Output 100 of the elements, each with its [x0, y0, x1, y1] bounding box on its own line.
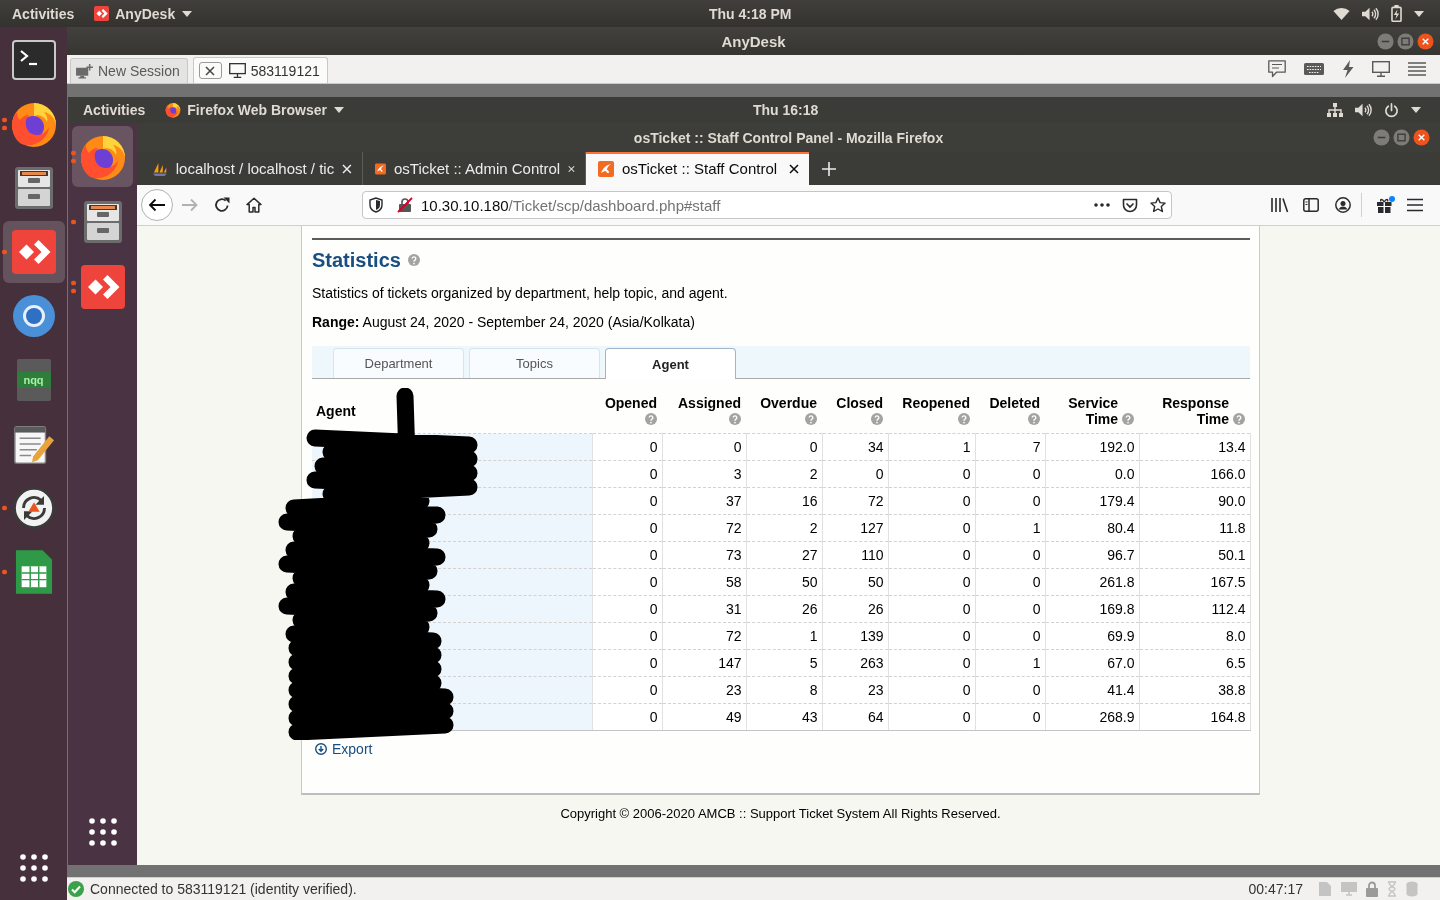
- volume-icon[interactable]: [1355, 103, 1372, 117]
- close-button[interactable]: [1417, 32, 1434, 50]
- table-cell: 6.5: [1139, 649, 1250, 677]
- shield-icon[interactable]: [369, 197, 383, 213]
- table-cell: 0: [888, 460, 975, 488]
- table-cell: 26: [746, 595, 822, 623]
- more-icon[interactable]: [1094, 203, 1110, 207]
- column-header: Agent: [316, 403, 356, 419]
- battery-icon[interactable]: [1391, 5, 1402, 22]
- diamond-logo-icon: [80, 264, 125, 309]
- table-cell: 34: [822, 433, 888, 461]
- lightning-icon[interactable]: [1342, 60, 1354, 78]
- activities-button[interactable]: Activities: [12, 5, 75, 22]
- pocket-icon[interactable]: [1122, 197, 1138, 213]
- app-grid-icon[interactable]: [88, 818, 117, 846]
- footer-copyright: Copyright © 2006-2020 AMCB :: Support Ticket System All Rights Reserved.: [559, 805, 1002, 823]
- url-field[interactable]: 10.30.10.180/Ticket/scp/dashboard.php#staff: [362, 191, 1172, 219]
- clock[interactable]: Thu 4:18 PM: [709, 5, 792, 22]
- table-cell: 0: [975, 703, 1045, 731]
- file-cabinet-icon: [82, 199, 123, 244]
- app-menu-button[interactable]: Firefox Web Browser: [165, 102, 345, 118]
- table-cell: 1: [975, 649, 1045, 677]
- tab[interactable]: Department: [333, 348, 464, 378]
- table-cell: 96.7: [1045, 541, 1139, 569]
- table-cell: 0: [888, 568, 975, 596]
- table-cell: 7: [975, 433, 1045, 461]
- volume-icon[interactable]: [1362, 6, 1379, 21]
- table-cell: 23: [662, 676, 746, 704]
- sidebar-icon[interactable]: [1303, 198, 1319, 212]
- table-cell: 0: [592, 541, 662, 569]
- export-link[interactable]: Export: [315, 740, 373, 758]
- browser-tab[interactable]: osTicket :: Staff Control: [586, 152, 809, 185]
- minimize-button[interactable]: [1377, 32, 1394, 50]
- table-cell: 31: [662, 595, 746, 623]
- column-header: Overdue: [760, 395, 817, 411]
- spreadsheet-icon: [14, 549, 53, 595]
- table-cell: 0: [888, 622, 975, 650]
- clock[interactable]: Thu 16:18: [753, 102, 819, 118]
- table-cell: 0: [592, 487, 662, 515]
- session-tab[interactable]: New Session: [70, 58, 188, 83]
- app-menu-button[interactable]: AnyDesk: [94, 5, 193, 22]
- insecure-lock-icon[interactable]: [397, 197, 413, 213]
- app-grid-icon[interactable]: [19, 854, 48, 882]
- activities-button[interactable]: Activities: [83, 102, 146, 118]
- account-icon[interactable]: [1335, 197, 1351, 213]
- dock-item[interactable]: [2, 221, 65, 283]
- close-icon: [205, 65, 216, 76]
- close-tab-button[interactable]: [198, 62, 222, 79]
- menu-icon[interactable]: [1407, 198, 1423, 212]
- table-cell: 0: [888, 541, 975, 569]
- minimize-button[interactable]: [1373, 129, 1390, 146]
- table-cell: 1: [975, 514, 1045, 542]
- back-button[interactable]: [141, 189, 173, 221]
- chat-icon[interactable]: [1268, 60, 1286, 78]
- table-cell: 0: [975, 541, 1045, 569]
- table-cell: 261.8: [1045, 568, 1139, 596]
- table-cell: 3: [662, 460, 746, 488]
- home-button[interactable]: [246, 197, 262, 213]
- monitor-icon[interactable]: [1372, 61, 1390, 77]
- caret-icon[interactable]: [1414, 10, 1424, 17]
- gift-icon[interactable]: [1376, 196, 1395, 214]
- table-cell: 50: [822, 568, 888, 596]
- table-cell: 0: [975, 487, 1045, 515]
- table-cell: 80.4: [1045, 514, 1139, 542]
- close-icon[interactable]: [789, 163, 799, 174]
- table-cell: 167.5: [1139, 568, 1250, 596]
- wifi-icon[interactable]: [1333, 7, 1350, 20]
- table-cell: 8: [746, 676, 822, 704]
- table-cell: 0: [592, 676, 662, 704]
- table-cell: 73: [662, 541, 746, 569]
- table-cell: 16: [746, 487, 822, 515]
- table-cell: 5: [746, 649, 822, 677]
- power-icon[interactable]: [1384, 102, 1399, 118]
- table-cell: 0: [592, 514, 662, 542]
- close-button[interactable]: [1413, 129, 1430, 146]
- caret-icon: [182, 10, 193, 17]
- tab[interactable]: Topics: [469, 348, 600, 378]
- table-cell: 72: [662, 514, 746, 542]
- table-cell: 0: [822, 460, 888, 488]
- dock-item[interactable]: nqq: [2, 349, 65, 411]
- star-icon[interactable]: [1150, 197, 1166, 213]
- notepad-pencil-icon: [12, 423, 55, 465]
- close-icon[interactable]: [568, 163, 575, 174]
- table-cell: 11.8: [1139, 514, 1250, 542]
- caret-icon[interactable]: [1411, 107, 1421, 113]
- section-title: Statistics: [312, 248, 401, 272]
- new-tab-button[interactable]: [822, 161, 836, 176]
- table-cell: 13.4: [1139, 433, 1250, 461]
- library-icon[interactable]: [1271, 197, 1289, 213]
- table-cell: 0: [888, 649, 975, 677]
- network-icon[interactable]: [1327, 103, 1343, 117]
- session-tab[interactable]: 583119121: [192, 57, 328, 83]
- tab[interactable]: Agent: [605, 348, 736, 379]
- table-cell: 0: [975, 460, 1045, 488]
- reload-button[interactable]: [214, 197, 230, 213]
- keyboard-icon[interactable]: [1304, 63, 1324, 75]
- column-header: Closed: [836, 395, 883, 411]
- column-header: Service Time: [1068, 395, 1119, 427]
- table-cell: 0: [888, 703, 975, 731]
- table-cell: 27: [746, 541, 822, 569]
